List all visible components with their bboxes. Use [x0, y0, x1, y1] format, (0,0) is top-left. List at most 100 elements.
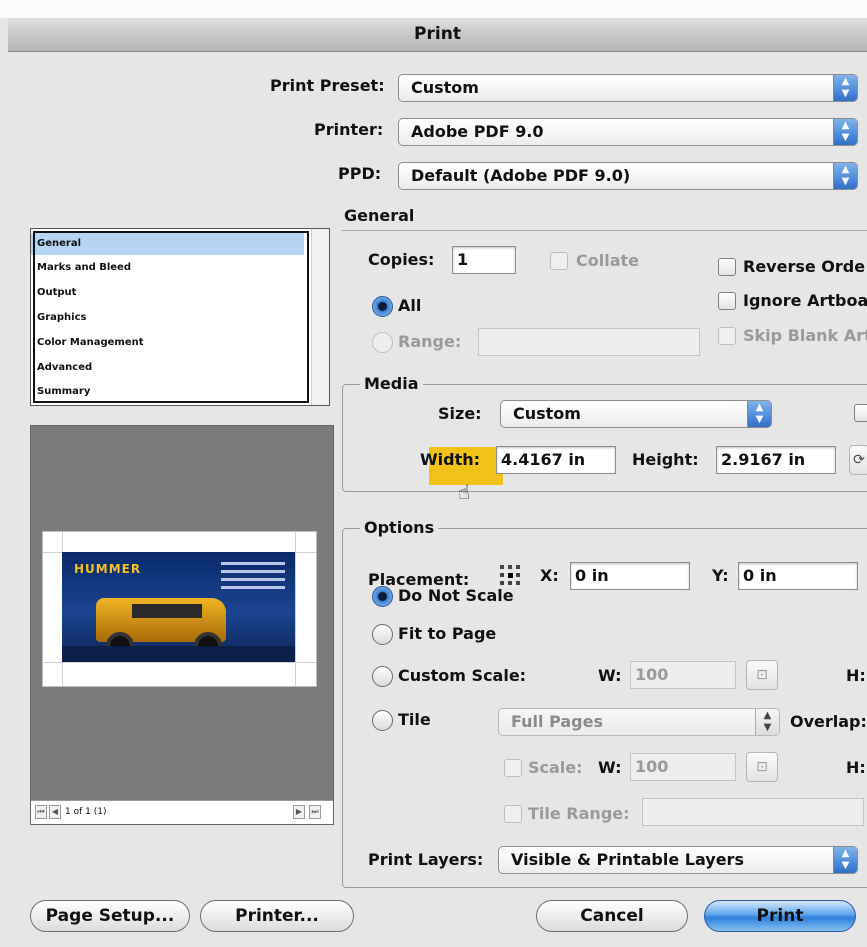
print-layers-label: Print Layers:	[368, 850, 484, 869]
printer-value: Adobe PDF 9.0	[411, 122, 544, 141]
width-label: Width:	[420, 450, 481, 469]
orientation-icon[interactable]: ⟳	[849, 445, 867, 475]
tile-label: Tile	[398, 710, 431, 729]
print-preset-value: Custom	[411, 78, 479, 97]
media-group-label: Media	[360, 374, 423, 393]
y-label: Y:	[712, 566, 729, 585]
preview-paper: HUMMER	[43, 532, 316, 686]
chevron-updown-icon: ▲ ▼	[747, 401, 771, 427]
chevron-updown-icon: ▲ ▼	[833, 847, 857, 873]
print-dialog: Print Print Preset: Custom ▲ ▼ Printer: A…	[0, 0, 867, 947]
preview-nav: ⏮ ◀ 1 of 1 (1) ▶ ⏭	[31, 800, 333, 824]
chevron-updown-icon: ▲ ▼	[833, 119, 857, 145]
print-preset-select[interactable]: Custom ▲ ▼	[398, 74, 858, 102]
custom-scale-w-input[interactable]: 100	[630, 661, 736, 689]
range-label: Range:	[398, 332, 462, 351]
prev-page-icon[interactable]: ◀	[49, 805, 61, 819]
tile-select[interactable]: Full Pages ▲ ▼	[498, 708, 780, 736]
print-layers-value: Visible & Printable Layers	[511, 850, 744, 869]
range-radio[interactable]	[372, 332, 393, 353]
overlap-label: Overlap:	[790, 712, 867, 731]
ppd-value: Default (Adobe PDF 9.0)	[411, 166, 631, 185]
size-label: Size:	[438, 404, 482, 423]
hand-cursor-icon: ☝	[458, 480, 471, 504]
options-group-label: Options	[360, 518, 439, 537]
card-text-lines	[221, 562, 285, 594]
placement-grid-icon[interactable]	[500, 565, 520, 585]
scale-label: Scale:	[528, 758, 583, 777]
scale-lock-icon[interactable]: ⊡	[746, 660, 778, 690]
first-page-icon[interactable]: ⏮	[35, 805, 47, 819]
tile-range-checkbox[interactable]	[504, 805, 522, 823]
card-brand: HUMMER	[74, 562, 142, 576]
sidebar-item-color-management[interactable]: Color Management	[37, 332, 144, 354]
dialog-body: Print Preset: Custom ▲ ▼ Printer: Adobe P…	[8, 52, 867, 947]
copies-label: Copies:	[368, 250, 435, 269]
printer-select[interactable]: Adobe PDF 9.0 ▲ ▼	[398, 118, 858, 146]
printer-label: Printer:	[314, 120, 384, 139]
next-page-icon[interactable]: ▶	[293, 805, 305, 819]
y-input[interactable]: 0 in	[738, 562, 858, 590]
sidebar-item-marks-and-bleed[interactable]: Marks and Bleed	[37, 257, 131, 279]
sidebar-item-summary[interactable]: Summary	[37, 381, 90, 403]
skip-blank-checkbox[interactable]	[718, 327, 736, 345]
print-preview[interactable]: HUMMER ⏮ ◀ 1 of 1 (1) ▶ ⏭	[30, 425, 334, 825]
sidebar-item-graphics[interactable]: Graphics	[37, 307, 86, 329]
all-label: All	[398, 296, 422, 315]
print-button[interactable]: Print	[704, 900, 856, 932]
tile-range-input[interactable]	[642, 798, 864, 826]
ppd-label: PPD:	[338, 164, 382, 183]
sidebar-item-general[interactable]: General	[31, 233, 304, 255]
x-label: X:	[540, 566, 559, 585]
do-not-scale-radio[interactable]	[372, 586, 393, 607]
fit-to-page-radio[interactable]	[372, 624, 393, 645]
fit-to-page-label: Fit to Page	[398, 624, 497, 643]
tile-value: Full Pages	[511, 712, 603, 731]
cancel-button[interactable]: Cancel	[536, 900, 688, 932]
reverse-order-checkbox[interactable]	[718, 258, 736, 276]
scale-checkbox[interactable]	[504, 759, 522, 777]
all-radio[interactable]	[372, 296, 393, 317]
desktop-strip	[0, 0, 867, 18]
scale-lock-icon[interactable]: ⊡	[746, 752, 778, 782]
custom-scale-label: Custom Scale:	[398, 666, 527, 685]
window-title: Print	[8, 18, 867, 52]
custom-scale-radio[interactable]	[372, 666, 393, 687]
height-input[interactable]: 2.9167 in	[716, 446, 836, 474]
print-layers-select[interactable]: Visible & Printable Layers ▲ ▼	[498, 846, 858, 874]
height-label: Height:	[632, 450, 699, 469]
printer-button[interactable]: Printer...	[200, 900, 354, 932]
ppd-select[interactable]: Default (Adobe PDF 9.0) ▲ ▼	[398, 162, 858, 190]
category-list[interactable]: General Marks and Bleed Output Graphics …	[30, 228, 330, 406]
tile-radio[interactable]	[372, 710, 393, 731]
ignore-artboards-label: Ignore Artboa	[743, 291, 867, 310]
reverse-order-label: Reverse Orde	[743, 257, 866, 276]
business-card-artwork: HUMMER	[62, 552, 295, 662]
size-select[interactable]: Custom ▲ ▼	[500, 400, 772, 428]
ignore-artboards-checkbox[interactable]	[718, 292, 736, 310]
sidebar-item-advanced[interactable]: Advanced	[37, 357, 92, 379]
scale-w-input[interactable]: 100	[630, 753, 736, 781]
width-input[interactable]: 4.4167 in	[496, 446, 616, 474]
page-setup-button[interactable]: Page Setup...	[30, 900, 190, 932]
list-scrollbar[interactable]	[311, 229, 329, 405]
page-indicator: 1 of 1 (1)	[65, 807, 107, 817]
skip-blank-label: Skip Blank Art	[743, 326, 867, 345]
x-input[interactable]: 0 in	[570, 562, 690, 590]
copies-input[interactable]: 1	[452, 246, 516, 274]
collate-label: Collate	[576, 251, 639, 270]
guide-line	[43, 662, 316, 663]
section-divider	[342, 230, 867, 231]
tile-range-label: Tile Range:	[528, 804, 630, 823]
print-preset-label: Print Preset:	[270, 76, 385, 95]
do-not-scale-label: Do Not Scale	[398, 586, 514, 605]
sidebar-item-output[interactable]: Output	[37, 282, 76, 304]
chevron-updown-icon: ▲ ▼	[833, 75, 857, 101]
transverse-checkbox[interactable]	[854, 404, 867, 422]
card-ground	[62, 646, 295, 662]
scale-h-label: H:	[846, 758, 866, 777]
collate-checkbox[interactable]	[550, 252, 568, 270]
general-section-title: General	[344, 206, 415, 225]
range-input[interactable]	[478, 328, 700, 356]
last-page-icon[interactable]: ⏭	[309, 805, 321, 819]
